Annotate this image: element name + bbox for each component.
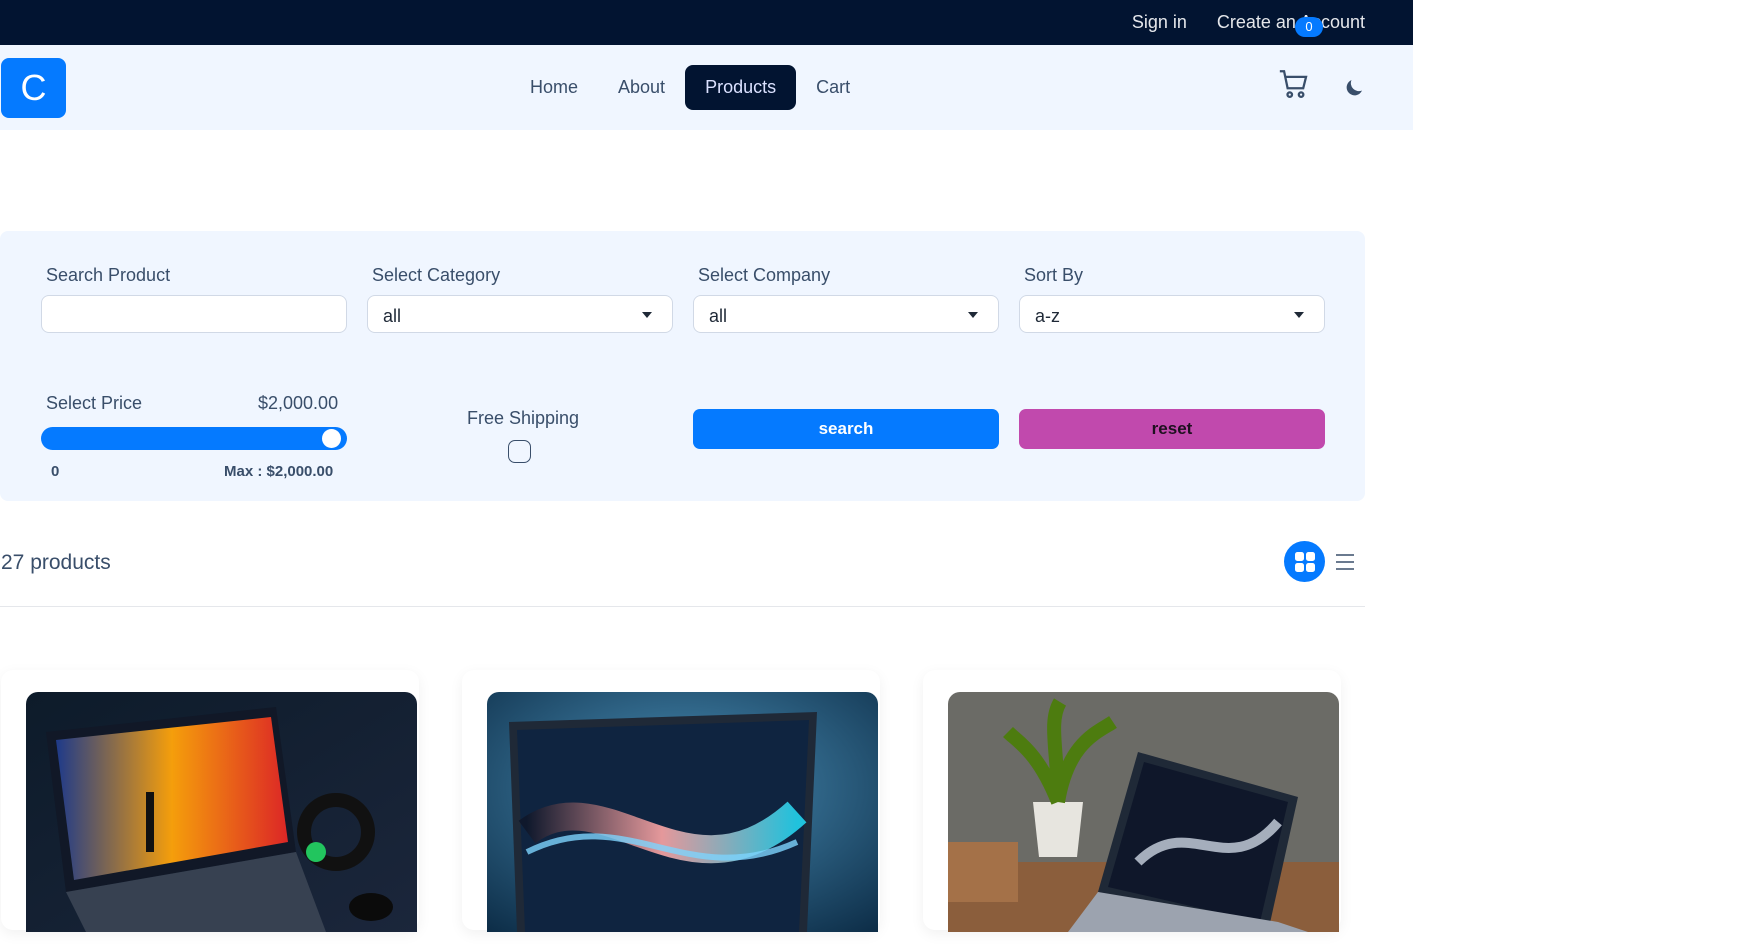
moon-icon[interactable]	[1342, 76, 1366, 100]
search-button[interactable]: search	[693, 409, 999, 449]
navbar: C Home About Products Cart	[0, 45, 1413, 130]
product-card[interactable]	[462, 670, 880, 932]
search-input[interactable]	[41, 295, 347, 333]
chevron-down-icon	[642, 312, 652, 318]
product-card[interactable]	[923, 670, 1341, 932]
product-image	[26, 692, 417, 952]
sort-label: Sort By	[1024, 265, 1084, 285]
nav-cart[interactable]: Cart	[796, 65, 870, 110]
category-value: all	[383, 306, 402, 326]
list-icon[interactable]	[1334, 551, 1356, 573]
category-select[interactable]: all	[367, 295, 673, 333]
product-image	[948, 692, 1339, 952]
top-bar: Sign in Create an Account	[0, 0, 1413, 45]
reset-button[interactable]: reset	[1019, 409, 1325, 449]
company-label: Select Company	[698, 265, 831, 285]
chevron-down-icon	[968, 312, 978, 318]
grid-icon	[1294, 551, 1315, 572]
price-slider-handle[interactable]	[322, 429, 341, 448]
price-slider[interactable]	[41, 427, 347, 450]
nav-home[interactable]: Home	[510, 65, 598, 110]
price-max-label: Max : $2,000.00	[224, 463, 334, 480]
sort-select[interactable]: a-z	[1019, 295, 1325, 333]
product-card[interactable]	[1, 670, 419, 932]
nav-products[interactable]: Products	[685, 65, 797, 110]
free-shipping-checkbox[interactable]	[508, 440, 531, 463]
create-account-link[interactable]: Create an Account	[1217, 12, 1365, 33]
filters-panel	[0, 231, 1365, 501]
price-min-label: 0	[51, 463, 60, 480]
cart-count-badge: 0	[1295, 17, 1323, 37]
free-shipping-label: Free Shipping	[467, 408, 580, 428]
nav-about[interactable]: About	[598, 65, 685, 110]
price-value: $2,000.00	[258, 393, 339, 413]
cart-icon[interactable]	[1277, 67, 1311, 101]
sort-value: a-z	[1035, 306, 1061, 326]
product-count: 27 products	[1, 551, 111, 574]
search-label: Search Product	[46, 265, 171, 285]
logo[interactable]: C	[1, 58, 66, 118]
product-image	[487, 692, 878, 952]
company-value: all	[709, 306, 728, 326]
price-label: Select Price	[46, 393, 143, 413]
category-label: Select Category	[372, 265, 501, 285]
chevron-down-icon	[1294, 312, 1304, 318]
sign-in-link[interactable]: Sign in	[1132, 12, 1187, 33]
grid-view-button[interactable]	[1284, 541, 1325, 582]
company-select[interactable]: all	[693, 295, 999, 333]
divider	[0, 606, 1365, 607]
main-menu: Home About Products Cart	[510, 65, 870, 110]
